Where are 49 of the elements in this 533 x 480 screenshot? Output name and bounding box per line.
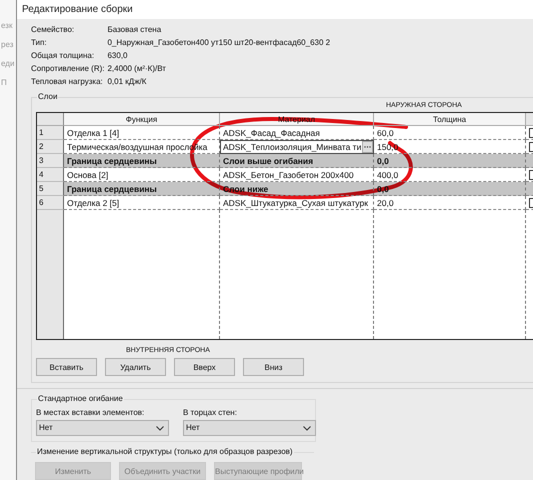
- layer-button[interactable]: Вверх: [174, 358, 235, 376]
- function-cell: Граница сердцевины: [64, 182, 220, 196]
- group-title: Изменение вертикальной структуры (только для образцов разрезов): [36, 447, 294, 457]
- group-title: Стандартное огибание: [37, 394, 124, 404]
- thickness-cell: 0,0: [374, 154, 526, 168]
- background-window-text: езк: [1, 20, 14, 31]
- column-header: Толщина: [374, 113, 526, 126]
- row-number[interactable]: 2: [37, 140, 64, 154]
- material-cell[interactable]: Слои выше огибания: [220, 154, 374, 168]
- thickness-cell: 60,0: [374, 126, 526, 140]
- material-cell[interactable]: ADSK_Теплоизоляция_Минвата ти: [220, 140, 374, 154]
- property-label: Семейство:: [31, 25, 76, 35]
- layer-button[interactable]: Удалить: [105, 358, 166, 376]
- header-corner: [37, 113, 64, 126]
- column-header: Функция: [64, 113, 220, 126]
- thickness-cell: 400,0: [374, 168, 526, 182]
- material-cell[interactable]: ADSK_Бетон_Газобетон 200x400: [220, 168, 374, 182]
- field-label: В местах вставки элементов:: [36, 408, 146, 418]
- row-number[interactable]: 5: [37, 182, 64, 196]
- row-number[interactable]: 1: [37, 126, 64, 140]
- layer-button[interactable]: Вниз: [243, 358, 304, 376]
- function-cell: Основа [2]: [64, 168, 220, 182]
- property-value: 0_Наружная_Газобетон400 ут150 шт20-вентфасад60_630 2: [107, 38, 330, 48]
- property-value: Базовая стена: [107, 25, 162, 35]
- property-value: 0,01 кДж/К: [107, 77, 148, 87]
- window-title: Редактирование сборки: [22, 4, 133, 15]
- property-label: Тепловая нагрузка:: [31, 77, 104, 87]
- dropdown[interactable]: Нет: [183, 420, 316, 436]
- chevron-down-icon: [156, 426, 164, 430]
- row-number[interactable]: 4: [37, 168, 64, 182]
- property-label: Сопротивление (R):: [31, 64, 104, 74]
- layer-button[interactable]: Вставить: [36, 358, 97, 376]
- function-cell: Отделка 1 [4]: [64, 126, 220, 140]
- chevron-down-icon: [303, 426, 311, 430]
- property-value: 2,4000 (м²·К)/Вт: [107, 64, 167, 74]
- property-value: 630,0: [107, 51, 129, 61]
- browse-button[interactable]: [362, 140, 373, 152]
- group-title: Слои: [37, 92, 58, 102]
- property-label: Тип:: [31, 38, 48, 48]
- background-window-text: П: [1, 77, 8, 88]
- material-cell[interactable]: ADSK_Фасад_Фасадная: [220, 126, 374, 140]
- property-label: Общая толщина:: [31, 51, 96, 61]
- field-label: В торцах стен:: [183, 408, 238, 418]
- row-number[interactable]: 6: [37, 196, 64, 210]
- dropdown[interactable]: Нет: [36, 420, 169, 436]
- background-window-text: рез: [1, 39, 14, 50]
- function-cell: Граница сердцевины: [64, 154, 220, 168]
- row-number[interactable]: 3: [37, 154, 64, 168]
- background-window-text: еди: [1, 58, 16, 69]
